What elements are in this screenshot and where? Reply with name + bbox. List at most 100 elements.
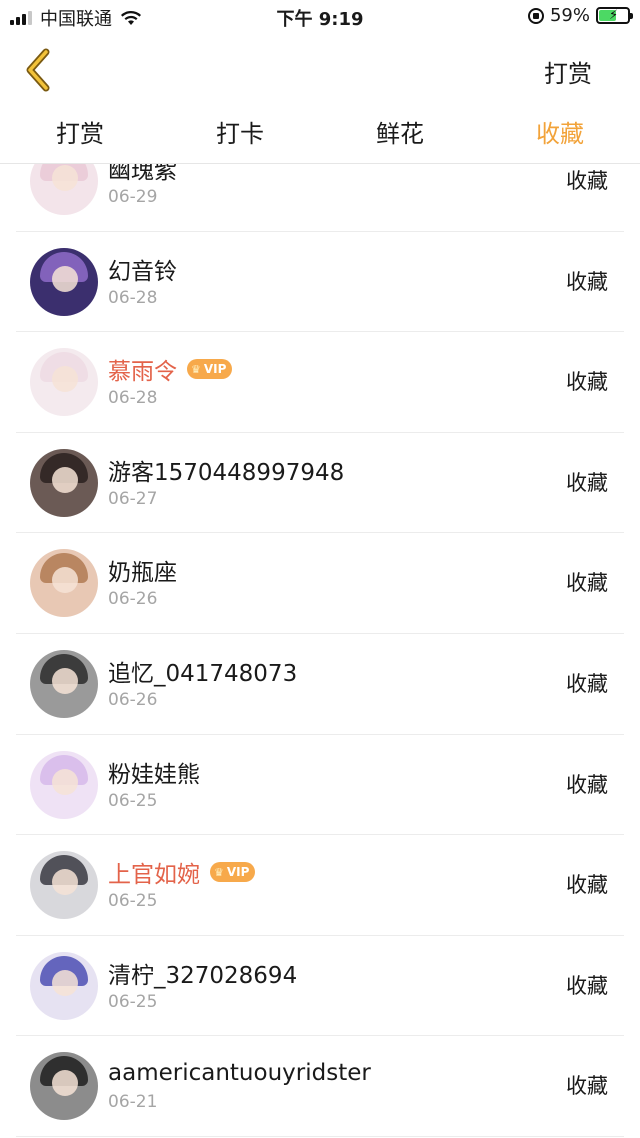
item-date: 06-27 bbox=[108, 488, 158, 509]
item-text: 追忆_041748073 06-26 bbox=[108, 656, 297, 710]
item-name-row: 追忆_041748073 bbox=[108, 656, 298, 687]
avatar-face bbox=[52, 768, 78, 795]
nav-bar: 打赏 bbox=[0, 34, 640, 106]
chevron-left-icon bbox=[26, 48, 50, 92]
item-date: 06-28 bbox=[108, 287, 158, 308]
item-date: 06-29 bbox=[108, 187, 158, 207]
item-text: 上官如婉 ♛ VIP 06-25 bbox=[108, 857, 256, 912]
list-item[interactable]: 清柠_327028694 06-25 收藏 bbox=[16, 936, 624, 1037]
item-date: 06-26 bbox=[108, 689, 158, 710]
item-action-label: 收藏 bbox=[566, 370, 608, 395]
user-name: 奶瓶座 bbox=[108, 560, 177, 587]
avatar[interactable] bbox=[30, 1052, 98, 1121]
vip-label: VIP bbox=[226, 865, 250, 880]
avatar[interactable] bbox=[30, 851, 98, 920]
avatar-face bbox=[52, 1070, 78, 1097]
user-name: 清柠_327028694 bbox=[108, 962, 298, 989]
item-name-row: 慕雨令 ♛ VIP bbox=[108, 354, 233, 386]
list-item[interactable]: 幻音铃 06-28 收藏 bbox=[16, 232, 624, 333]
item-action-label: 收藏 bbox=[566, 269, 608, 294]
avatar-face bbox=[52, 567, 78, 594]
charging-bolt-icon: ⚡ bbox=[609, 8, 619, 23]
item-text: 幻音铃 06-28 bbox=[108, 254, 177, 308]
list-item[interactable]: 追忆_041748073 06-26 收藏 bbox=[16, 634, 624, 735]
crown-icon: ♛ bbox=[191, 362, 201, 376]
list-item[interactable]: 粉娃娃熊 06-25 收藏 bbox=[16, 735, 624, 836]
item-text: 游客1570448997948 06-27 bbox=[108, 455, 344, 509]
avatar-face bbox=[52, 969, 78, 996]
list-item[interactable]: 幽瑰紫 06-29 收藏 bbox=[16, 164, 624, 232]
avatar-face bbox=[52, 265, 78, 292]
user-name: 慕雨令 bbox=[108, 359, 177, 386]
item-action-label: 收藏 bbox=[566, 169, 608, 193]
avatar[interactable] bbox=[30, 750, 98, 819]
rotation-lock-icon bbox=[527, 7, 544, 24]
status-bar: 中国联通 下午 9:19 59% ⚡ bbox=[0, 0, 640, 34]
avatar[interactable] bbox=[30, 951, 98, 1020]
item-action-label: 收藏 bbox=[566, 873, 608, 898]
item-text: 慕雨令 ♛ VIP 06-28 bbox=[108, 354, 233, 409]
list-item[interactable]: aamericantuouyridster 06-21 收藏 bbox=[16, 1036, 624, 1137]
item-text: 幽瑰紫 06-29 bbox=[108, 164, 177, 207]
back-button[interactable] bbox=[18, 46, 62, 94]
avatar[interactable] bbox=[30, 549, 98, 618]
reward-button[interactable]: 打赏 bbox=[544, 54, 592, 89]
favorites-list[interactable]: 幽瑰紫 06-29 收藏 幻音铃 06-28 收藏 慕雨令 ♛ VIP 06-28 bbox=[0, 164, 640, 1138]
item-name-row: 上官如婉 ♛ VIP bbox=[108, 857, 256, 889]
avatar[interactable] bbox=[30, 448, 98, 517]
item-name-row: 幻音铃 bbox=[108, 254, 177, 285]
user-name: aamericantuouyridster bbox=[108, 1060, 371, 1087]
item-date: 06-21 bbox=[108, 1092, 158, 1113]
user-name: 上官如婉 bbox=[108, 862, 200, 889]
user-name: 粉娃娃熊 bbox=[108, 761, 200, 788]
item-name-row: aamericantuouyridster bbox=[108, 1058, 371, 1088]
item-text: 清柠_327028694 06-25 bbox=[108, 958, 297, 1012]
item-date: 06-26 bbox=[108, 589, 158, 610]
list-item[interactable]: 慕雨令 ♛ VIP 06-28 收藏 bbox=[16, 332, 624, 433]
avatar-face bbox=[52, 165, 78, 191]
item-name-row: 奶瓶座 bbox=[108, 555, 177, 587]
item-text: 奶瓶座 06-26 bbox=[108, 555, 177, 609]
vip-label: VIP bbox=[203, 362, 227, 377]
avatar-face bbox=[52, 667, 78, 694]
item-action-label: 收藏 bbox=[566, 571, 608, 596]
item-date: 06-25 bbox=[108, 891, 158, 912]
crown-icon: ♛ bbox=[214, 865, 224, 879]
item-name-row: 游客1570448997948 bbox=[108, 455, 345, 486]
tab-flowers[interactable]: 鲜花 bbox=[320, 106, 480, 163]
list-item[interactable]: 奶瓶座 06-26 收藏 bbox=[16, 533, 624, 634]
avatar[interactable] bbox=[30, 348, 98, 417]
list-item[interactable]: 游客1570448997948 06-27 收藏 bbox=[16, 433, 624, 534]
item-date: 06-25 bbox=[108, 790, 158, 811]
item-action-label: 收藏 bbox=[566, 772, 608, 797]
user-name: 游客1570448997948 bbox=[108, 459, 345, 486]
avatar[interactable] bbox=[30, 247, 98, 316]
battery-percent: 59% bbox=[549, 5, 590, 26]
item-action-label: 收藏 bbox=[566, 671, 608, 696]
item-text: aamericantuouyridster 06-21 bbox=[108, 1058, 371, 1112]
user-name: 幻音铃 bbox=[108, 258, 177, 285]
item-name-row: 幽瑰紫 bbox=[108, 164, 177, 184]
item-text: 粉娃娃熊 06-25 bbox=[108, 757, 200, 811]
item-name-row: 清柠_327028694 bbox=[108, 958, 298, 989]
tab-reward[interactable]: 打赏 bbox=[0, 106, 160, 163]
item-action-label: 收藏 bbox=[566, 1074, 608, 1099]
tab-favorites[interactable]: 收藏 bbox=[480, 106, 640, 163]
list-item[interactable]: 上官如婉 ♛ VIP 06-25 收藏 bbox=[16, 835, 624, 936]
avatar-face bbox=[52, 869, 78, 896]
vip-badge: ♛ VIP bbox=[187, 359, 233, 380]
avatar[interactable] bbox=[30, 649, 98, 718]
avatar-face bbox=[52, 366, 78, 393]
vip-badge: ♛ VIP bbox=[210, 862, 256, 883]
item-date: 06-28 bbox=[108, 388, 158, 409]
user-name: 幽瑰紫 bbox=[108, 164, 177, 184]
avatar[interactable] bbox=[30, 164, 98, 215]
tab-bar: 打赏 打卡 鲜花 收藏 bbox=[0, 106, 640, 164]
status-right: 59% ⚡ bbox=[527, 5, 633, 26]
battery-icon: ⚡ bbox=[596, 7, 633, 24]
item-date: 06-25 bbox=[108, 991, 158, 1012]
tab-checkin[interactable]: 打卡 bbox=[160, 106, 320, 163]
item-action-label: 收藏 bbox=[566, 470, 608, 495]
item-name-row: 粉娃娃熊 bbox=[108, 757, 200, 788]
user-name: 追忆_041748073 bbox=[108, 660, 298, 687]
